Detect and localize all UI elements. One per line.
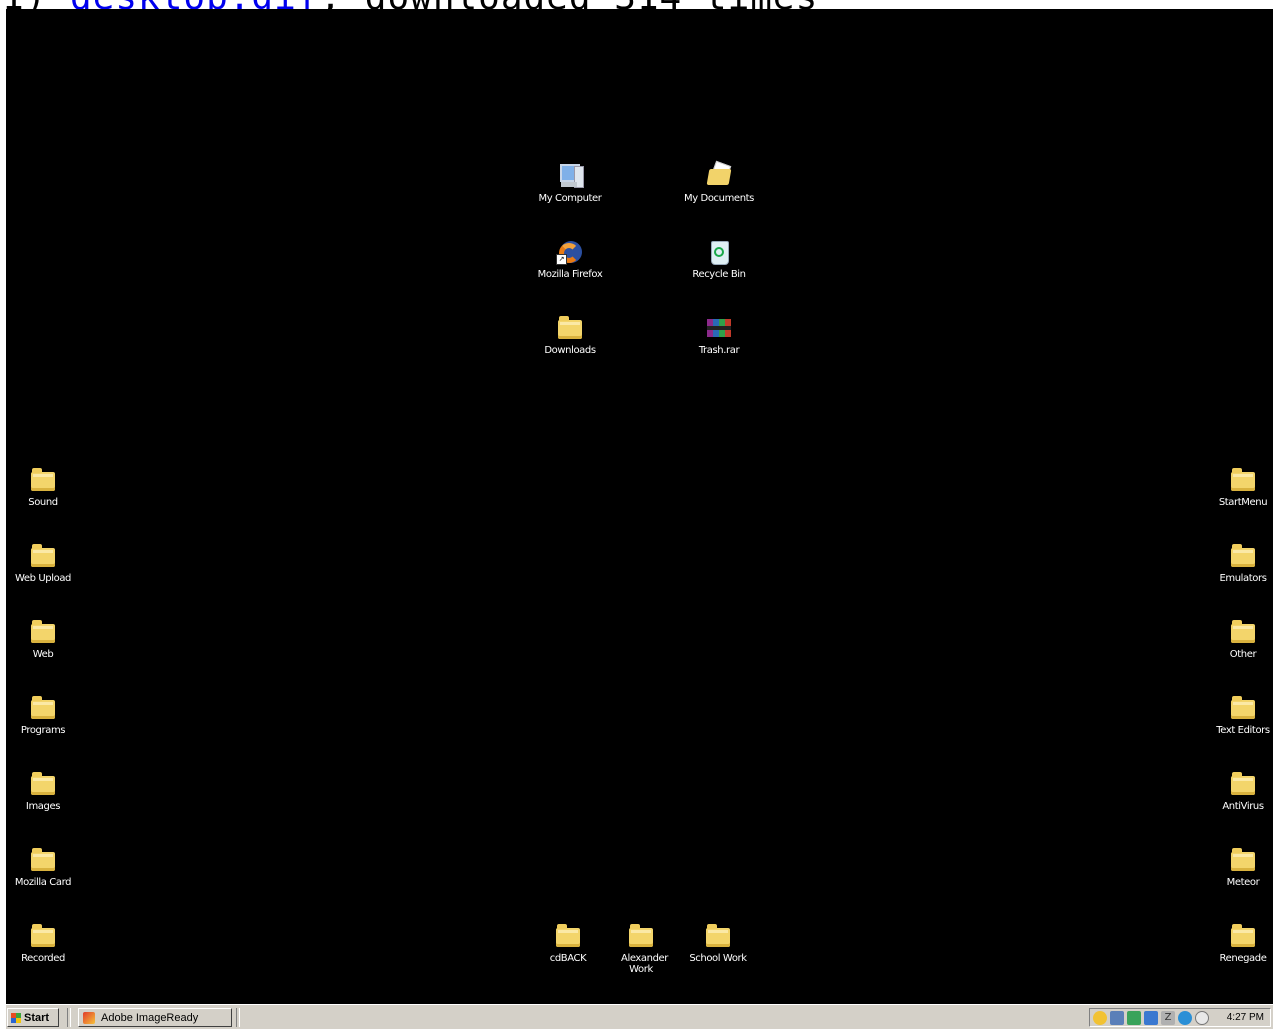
windows-flag-icon — [11, 1012, 21, 1023]
desktop-icon-label: Mozilla Firefox — [537, 269, 603, 280]
desktop-icon-label: Alexander Work — [621, 953, 668, 975]
desktop-icon-text-editors[interactable]: Text Editors — [1206, 695, 1273, 736]
start-label: Start — [24, 1011, 50, 1024]
messenger-icon[interactable] — [1127, 1010, 1141, 1025]
folder-icon — [1229, 543, 1257, 569]
my-computer-icon — [556, 163, 584, 189]
desktop-icon-label: Web — [32, 649, 54, 660]
desktop-icon-other[interactable]: Other — [1206, 619, 1273, 660]
recycle-bin-icon — [705, 239, 733, 265]
folder-icon — [554, 923, 582, 949]
volume-icon[interactable] — [1195, 1010, 1209, 1025]
desktop-icon-label: cdBACK — [549, 953, 587, 964]
taskbar-button-label: Adobe ImageReady — [101, 1011, 199, 1024]
header-suffix: , downloaded 314 times — [319, 0, 818, 9]
desktop-icon-web[interactable]: Web — [6, 619, 80, 660]
shield-icon[interactable] — [1093, 1010, 1107, 1025]
desktop-icon-label: Web Upload — [14, 573, 72, 584]
folder-icon — [29, 695, 57, 721]
desktop-icon-emulators[interactable]: Emulators — [1206, 543, 1273, 584]
firefox-icon: ↗ — [556, 239, 584, 265]
desktop-icon-alexander-work[interactable]: Alexander Work — [606, 923, 676, 975]
folder-icon — [29, 467, 57, 493]
desktop-icon-label: Other — [1229, 649, 1257, 660]
desktop-icon-label: Images — [25, 801, 61, 812]
taskbar-button-adobe-imageready[interactable]: Adobe ImageReady — [78, 1008, 232, 1027]
taskbar: Start Adobe ImageReady Z 4:27 PM — [6, 1004, 1273, 1029]
desktop-icon-label: My Documents — [684, 193, 754, 204]
folder-icon — [29, 771, 57, 797]
desktop-icon-label: Text Editors — [1216, 725, 1270, 736]
desktop-icon-label: Recycle Bin — [692, 269, 746, 280]
desktop-icon-label: Recorded — [21, 953, 65, 964]
desktop-icon-trash-rar[interactable]: Trash.rar — [682, 315, 756, 356]
globe-icon[interactable] — [1178, 1010, 1192, 1025]
desktop-icon-programs[interactable]: Programs — [6, 695, 80, 736]
desktop-icon-my-computer[interactable]: My Computer — [533, 163, 607, 204]
page-header: 1) desktop.gif, downloaded 314 times — [0, 0, 1277, 9]
winrar-archive-icon — [705, 315, 733, 341]
desktop-icon-recycle-bin[interactable]: Recycle Bin — [682, 239, 756, 280]
header-text: 1) desktop.gif, downloaded 314 times — [2, 0, 818, 9]
desktop-icon-renegade[interactable]: Renegade — [1206, 923, 1273, 964]
my-documents-icon — [705, 160, 733, 189]
desktop-icon-meteor[interactable]: Meteor — [1206, 847, 1273, 888]
desktop-icon-label: StartMenu — [1218, 497, 1268, 508]
display-icon[interactable] — [1144, 1010, 1158, 1025]
desktop-icon-mozilla-firefox[interactable]: ↗ Mozilla Firefox — [533, 239, 607, 280]
folder-icon — [29, 543, 57, 569]
desktop-icon-label: School Work — [689, 953, 747, 964]
folder-icon — [627, 923, 655, 949]
folder-icon — [1229, 467, 1257, 493]
folder-icon — [556, 315, 584, 341]
network-icon[interactable] — [1110, 1010, 1124, 1025]
desktop-screen: My Computer My Documents ↗ Mozilla Firef… — [6, 9, 1273, 1029]
folder-icon — [1229, 771, 1257, 797]
shortcut-arrow-icon: ↗ — [556, 254, 567, 265]
desktop-icon-label: AntiVirus — [1222, 801, 1264, 812]
desktop-icon-label: Programs — [20, 725, 66, 736]
desktop-icon-label: My Computer — [538, 193, 602, 204]
folder-icon — [1229, 923, 1257, 949]
folder-icon — [29, 619, 57, 645]
folder-icon — [1229, 847, 1257, 873]
desktop-icon-label: Sound — [28, 497, 58, 508]
desktop-icon-label: Trash.rar — [698, 345, 740, 356]
imageready-icon — [83, 1011, 95, 1024]
desktop-icon-startmenu[interactable]: StartMenu — [1206, 467, 1273, 508]
folder-icon — [29, 847, 57, 873]
desktop-icon-mozilla-card[interactable]: Mozilla Card — [6, 847, 80, 888]
desktop-icon-label: Renegade — [1219, 953, 1267, 964]
start-button[interactable]: Start — [7, 1008, 59, 1027]
desktop-icon-sound[interactable]: Sound — [6, 467, 80, 508]
clock[interactable]: 4:27 PM — [1227, 1012, 1264, 1023]
desktop-icon-antivirus[interactable]: AntiVirus — [1206, 771, 1273, 812]
desktop-icon-label: Mozilla Card — [14, 877, 72, 888]
desktop-icon-recorded[interactable]: Recorded — [6, 923, 80, 964]
zone-alarm-icon[interactable]: Z — [1161, 1010, 1175, 1025]
folder-icon — [29, 923, 57, 949]
taskbar-separator — [67, 1008, 71, 1027]
desktop-icon-web-upload[interactable]: Web Upload — [6, 543, 80, 584]
folder-icon — [1229, 695, 1257, 721]
folder-icon — [1229, 619, 1257, 645]
desktop-gif-link[interactable]: desktop.gif — [70, 0, 319, 9]
header-prefix: 1) — [2, 0, 70, 9]
taskbar-separator — [236, 1008, 240, 1027]
system-tray: Z 4:27 PM — [1089, 1008, 1271, 1027]
desktop-icon-label: Downloads — [544, 345, 596, 356]
desktop-icon-school-work[interactable]: School Work — [681, 923, 755, 964]
desktop-icon-label: Emulators — [1219, 573, 1267, 584]
desktop-icon-images[interactable]: Images — [6, 771, 80, 812]
desktop-icon-downloads[interactable]: Downloads — [533, 315, 607, 356]
folder-icon — [704, 923, 732, 949]
desktop-icon-my-documents[interactable]: My Documents — [682, 160, 756, 204]
desktop-icon-label: Meteor — [1226, 877, 1260, 888]
desktop-icon-cdback[interactable]: cdBACK — [531, 923, 605, 964]
